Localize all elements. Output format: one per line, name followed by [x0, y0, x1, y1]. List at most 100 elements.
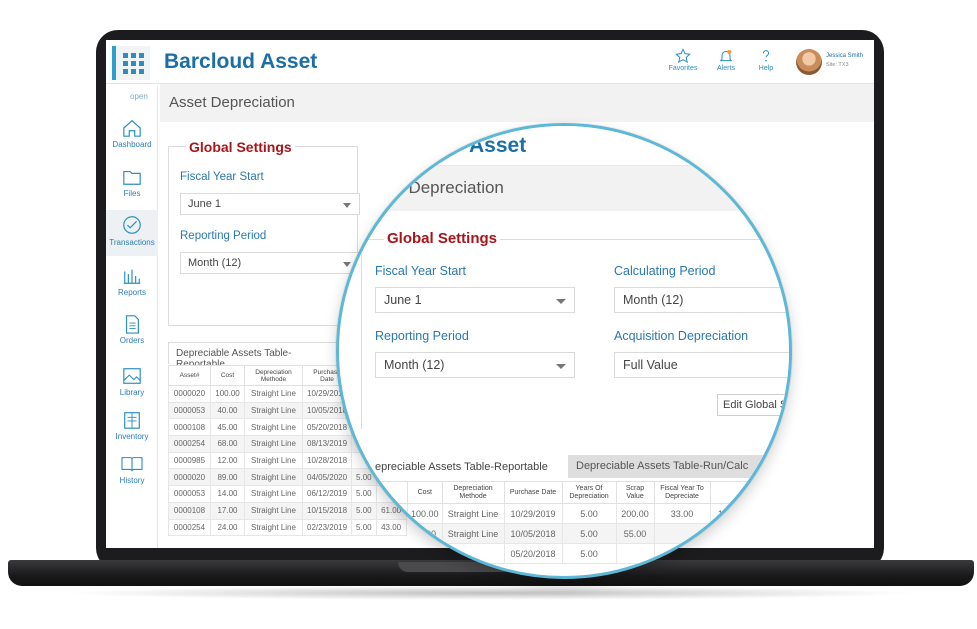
zoom-assets-table: Cost Depreciation Methode Purchase Date … [379, 481, 771, 564]
calculating-period-label: Calculating Period [614, 264, 716, 278]
sidebar-item-label: Inventory [115, 432, 149, 441]
table-cell: 5.00 [561, 503, 617, 524]
table-cell: 0000985 [168, 451, 211, 470]
table-row[interactable]: 5.00 100.00 Straight Line 10/29/2019 5.00 200… [379, 503, 771, 524]
home-icon [123, 119, 141, 137]
clipboard-icon [124, 412, 140, 429]
column-header[interactable]: Depreciation Methode [441, 481, 505, 504]
user-site: Site: TX3 [826, 62, 849, 68]
table-row[interactable]: 05/20/2018 5.00 11/25/2019 [379, 543, 771, 564]
grid-icon [122, 52, 144, 74]
table-cell: 100.00 [407, 503, 443, 524]
sidebar-open-toggle[interactable]: open [130, 92, 148, 101]
sidebar-item-transactions[interactable]: Transactions [106, 210, 158, 256]
reporting-period-select[interactable]: Month (12) [180, 252, 360, 274]
table-cell: Straight Line [244, 401, 303, 420]
bar-chart-icon [123, 269, 141, 284]
column-header[interactable]: Depreciation Methode [244, 365, 303, 386]
fiscal-year-start-value: June 1 [188, 198, 222, 210]
sidebar-item-label: History [119, 476, 145, 485]
table-cell: Straight Line [244, 485, 303, 503]
help-button[interactable]: Help [746, 48, 786, 72]
app-header: Barcloud Asset Favorites Alerts Help Jes… [106, 40, 874, 84]
table-cell: 89.00 [210, 468, 245, 487]
table-cell: Straight Line [244, 501, 303, 520]
zoom-app-title: Asset [469, 134, 527, 157]
table-cell [653, 543, 711, 564]
sidebar-item-orders[interactable]: Orders [106, 314, 158, 345]
fiscal-year-start-select[interactable]: June 1 [180, 193, 360, 215]
table-cell: Straight Line [441, 503, 505, 524]
sidebar-item-history[interactable]: History [106, 454, 158, 485]
column-header[interactable]: Cost [210, 365, 245, 386]
table-cell: 68.00 [210, 435, 245, 453]
table-cell: 12.00 [210, 451, 245, 470]
bell-icon [719, 50, 733, 62]
table-cell: 100.00 [210, 385, 245, 403]
column-header[interactable]: Years Of Depreciation [561, 481, 617, 504]
question-icon [762, 50, 770, 62]
app-launcher-button[interactable] [112, 46, 150, 80]
table-cell: 08/15/2019 [709, 523, 771, 544]
table-cell: 05/20/2018 [503, 543, 563, 564]
folder-icon [123, 170, 141, 185]
sidebar-item-library[interactable]: Library [106, 366, 158, 397]
table-cell [615, 543, 655, 564]
table-cell [379, 543, 408, 564]
tab-reportable[interactable]: Depreciable Assets Table-Reportable [168, 342, 348, 370]
check-circle-icon [123, 216, 141, 234]
table-cell: 11/20/2020 [709, 503, 771, 524]
column-header[interactable]: Purchase Date [503, 481, 563, 504]
table-row[interactable]: 5.00 61.00 Straight Line 10/05/2018 5.00 55.0… [379, 523, 771, 544]
zoom-tab-run-calc[interactable]: Depreciable Assets Table-Run/Calc [568, 455, 789, 478]
table-cell: 55.00 [615, 523, 655, 544]
avatar[interactable] [796, 49, 822, 75]
column-header[interactable]: Asset# [168, 365, 211, 386]
table-cell: 0000020 [168, 385, 211, 403]
page-title: Asset Depreciation [169, 94, 295, 111]
acquisition-depreciation-value: Full Value [623, 358, 678, 372]
table-cell: 14.00 [210, 485, 245, 503]
image-icon [123, 368, 141, 384]
table-cell: 40.00 [210, 401, 245, 420]
table-cell: Straight Line [244, 435, 303, 453]
column-header[interactable]: Cost [407, 481, 443, 504]
global-settings-title: Global Settings [186, 139, 295, 155]
table-cell: 5.00 [561, 523, 617, 544]
table-cell: 11/25/2019 [709, 543, 771, 564]
sidebar-item-files[interactable]: Files [106, 167, 158, 198]
reporting-period-label: Reporting Period [180, 230, 267, 242]
favorites-button[interactable]: Favorites [663, 48, 703, 72]
fiscal-year-start-label: Fiscal Year Start [180, 171, 264, 183]
sidebar-item-inventory[interactable]: Inventory [106, 410, 158, 441]
table-cell: 0000020 [168, 468, 211, 487]
table-cell: 5.00 [561, 543, 617, 564]
acquisition-depreciation-select[interactable]: Full Value [614, 352, 789, 378]
table-cell: 33.00 [653, 503, 711, 524]
column-header[interactable]: Fiscal Year To Depreciate [653, 481, 711, 504]
column-header[interactable]: Scrap Value [615, 481, 655, 504]
table-cell [407, 543, 443, 564]
column-header [379, 481, 408, 504]
alerts-button[interactable]: Alerts [706, 48, 746, 72]
calculating-period-select[interactable]: Month (12) [614, 287, 789, 313]
zoom-tab-reportable[interactable]: epreciable Assets Table-Reportable [369, 456, 569, 478]
table-cell: 0000108 [168, 418, 211, 437]
table-cell: 61.00 [407, 523, 443, 544]
table-cell: 200.00 [615, 503, 655, 524]
sidebar-item-reports[interactable]: Reports [106, 266, 158, 297]
magnifier-lens: Asset t Depreciation Global Settings Fis… [336, 123, 792, 579]
table-cell: Straight Line [244, 385, 303, 403]
zoom-fiscal-year-start-select[interactable]: June 1 [375, 287, 575, 313]
star-icon [675, 48, 691, 64]
stage: Barcloud Asset Favorites Alerts Help Jes… [0, 0, 977, 629]
table-cell: Straight Line [244, 518, 303, 537]
sidebar-item-label: Reports [117, 288, 146, 297]
edit-global-settings-button[interactable]: Edit Global S [717, 394, 789, 416]
table-cell: 10/29/2019 [503, 503, 563, 524]
table-cell [441, 543, 505, 564]
table-cell: Straight Line [244, 451, 303, 470]
zoom-reporting-period-select[interactable]: Month (12) [375, 352, 575, 378]
reporting-period-value: Month (12) [188, 257, 242, 269]
sidebar-item-dashboard[interactable]: Dashboard [106, 118, 158, 149]
